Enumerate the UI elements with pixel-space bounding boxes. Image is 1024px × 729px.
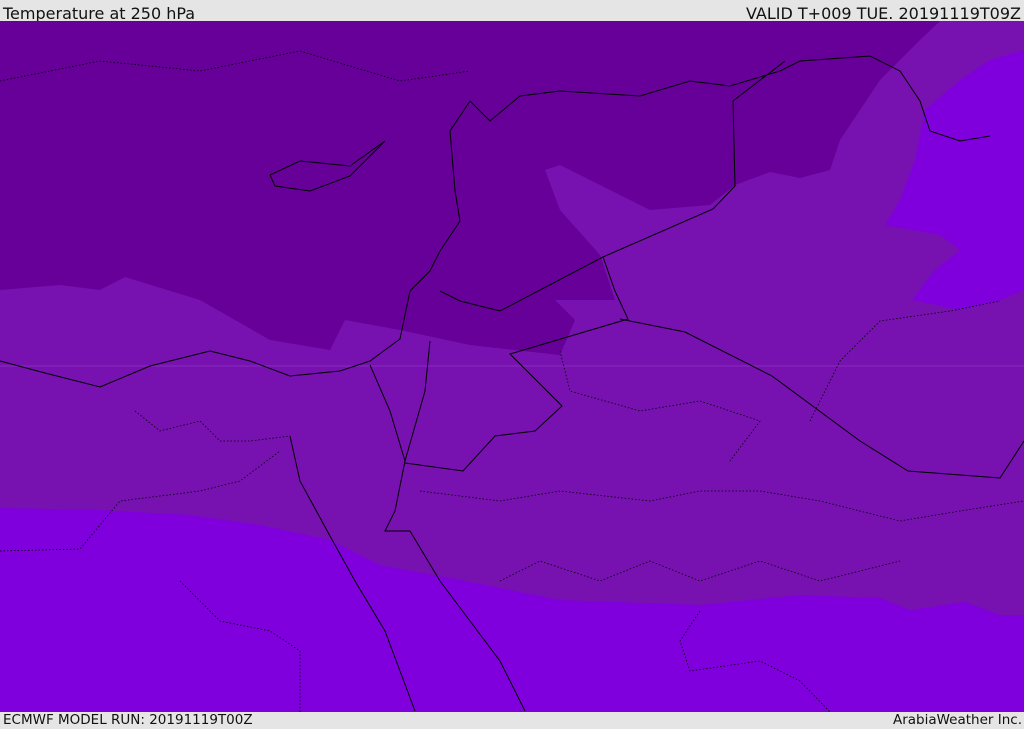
temperature-map[interactable] [0,21,1024,712]
credit: ArabiaWeather Inc. [892,712,1022,728]
header-bar: Temperature at 250 hPa VALID T+009 TUE. … [0,0,1024,23]
model-run: ECMWF MODEL RUN: 20191119T00Z [3,712,253,728]
footer-bar: ECMWF MODEL RUN: 20191119T00Z ArabiaWeat… [0,712,1024,729]
